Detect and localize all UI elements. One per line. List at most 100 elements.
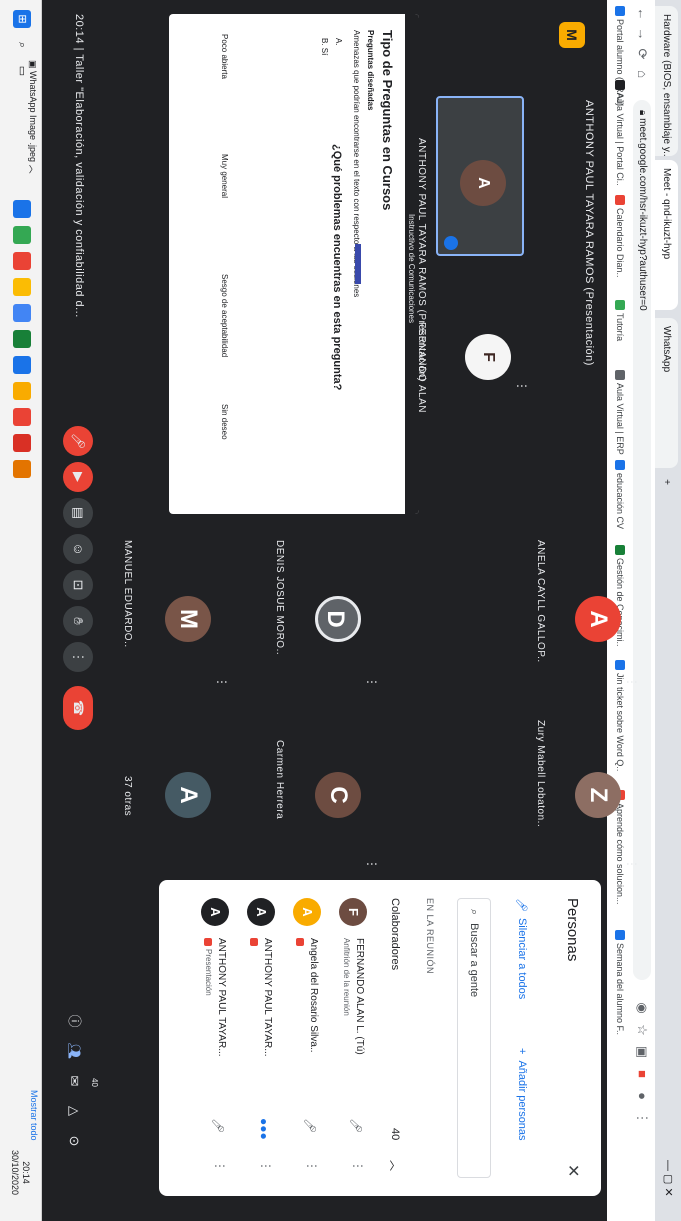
menu-icon[interactable]: ⋮ [634, 1110, 650, 1126]
forward-icon[interactable]: → [634, 26, 650, 42]
tile-name: MANUEL EDUARDO.. [122, 540, 133, 648]
bookmark-item[interactable]: Tutoría [615, 300, 625, 341]
more-options-icon[interactable]: ⋮ [213, 1160, 227, 1172]
more-options-icon[interactable]: ⋮ [259, 1160, 273, 1172]
raise-hand-icon[interactable]: ✋︎ [63, 606, 93, 636]
bookmark-icon [615, 6, 625, 16]
bookmark-icon [615, 460, 625, 470]
app-icon[interactable] [13, 330, 31, 348]
slide-question: ¿Qué problemas encuentras en esta pregun… [331, 144, 343, 391]
collaborators-group[interactable]: Colaboradores 40 ︿ [379, 898, 409, 1178]
tile-name: ANELA CAYLL GALLOP.. [535, 540, 546, 663]
download-item[interactable]: ▣ WhatsApp Image .jpeg ︿ [27, 60, 40, 174]
add-people-button[interactable]: + Añadir personas [507, 1040, 537, 1149]
bookmark-icon [615, 195, 625, 205]
window-controls[interactable]: — ▢ ✕ [662, 1160, 675, 1197]
tile-name: DENIS JOSUE MORO.. [274, 540, 285, 656]
app-icon[interactable] [13, 226, 31, 244]
lock-icon[interactable]: ⊙ [63, 1130, 85, 1152]
mic-off-icon[interactable]: 🎤︎ [63, 426, 93, 456]
avatar: A [247, 898, 275, 926]
list-item[interactable]: A ANTHONY PAUL TAYAR... Presentación 🎤︎ … [193, 898, 233, 1178]
avatar: C [315, 772, 361, 818]
bookmark-item[interactable]: Aula Virtual | Portal Ci.. [615, 80, 625, 186]
slide-subtitle: Preguntas diseñadas [366, 30, 375, 111]
close-icon[interactable]: ✕ [563, 1164, 583, 1177]
app-icon[interactable] [13, 252, 31, 270]
panel-title: Personas [564, 898, 581, 962]
avatar: A [201, 898, 229, 926]
app-icon[interactable] [13, 304, 31, 322]
list-item[interactable]: F FERNANDO ALAN L. (Tú) Anfitrión de la … [331, 898, 371, 1178]
meeting-controls: 🎤︎ ▶ ▤ ☺ ⊡ ✋︎ ⋮ ☎ [42, 0, 101, 1221]
bookmark-item[interactable]: Calendario Dian.. [615, 195, 625, 278]
browser-tab-meet[interactable]: Meet - qnd-ikuzt-hyp [655, 160, 678, 310]
more-options-icon[interactable]: ⋮ [63, 642, 93, 672]
bookmark-item[interactable]: Jin ticket sobre Word Q.. [615, 660, 625, 771]
chat-icon[interactable]: ✉ [63, 1070, 85, 1092]
windows-start-icon[interactable]: ⊞ [13, 10, 31, 28]
mic-off-icon: 🎤︎ [303, 1118, 317, 1134]
list-item[interactable]: A ANTHONY PAUL TAYAR... ●●● ⋮ [239, 898, 279, 1178]
people-icon[interactable]: 👥︎ [63, 1040, 85, 1062]
emoji-icon[interactable]: ☺ [63, 534, 93, 564]
taskbar: ⊞ ⌕ ▭ [0, 0, 42, 1221]
bookmark-item[interactable]: Semana del alumno F.. [615, 930, 625, 1035]
browser-tab-whatsapp[interactable]: WhatsApp [655, 318, 678, 468]
more-options-icon[interactable]: ⋮ [625, 858, 639, 870]
profile-icon[interactable]: ● [634, 1088, 650, 1104]
info-icon[interactable]: ⓘ [63, 1010, 85, 1032]
activities-icon[interactable]: △ [63, 1100, 85, 1122]
bookmark-item[interactable]: Aula Virtual | ERP [615, 370, 625, 455]
more-options-icon[interactable]: ⋮ [365, 858, 379, 870]
search-icon[interactable]: ⌕ [13, 36, 31, 54]
app-icon[interactable] [13, 356, 31, 374]
home-icon[interactable]: ⌂ [634, 66, 650, 82]
app-icon[interactable] [13, 460, 31, 478]
more-options-icon[interactable]: ⋮ [351, 1160, 365, 1172]
browser-tab-hardware[interactable]: Hardware (BIOS, ensamblaje y... [655, 6, 678, 156]
slide-title: Tipo de Preguntas en Cursos [380, 30, 395, 211]
bookmark-item[interactable]: educación CV [615, 460, 625, 529]
camera-icon[interactable]: ◉ [634, 1000, 650, 1016]
star-icon[interactable]: ☆ [634, 1022, 650, 1038]
new-tab-button[interactable]: + [655, 470, 678, 494]
self-view-tile[interactable]: A [436, 96, 524, 256]
folder-icon[interactable] [13, 382, 31, 400]
mute-all-button[interactable]: 🎤︎ Silenciar a todos [507, 890, 537, 1007]
mic-off-icon: 🎤︎ [515, 898, 528, 912]
search-input[interactable]: ⌕ Buscar a gente [457, 898, 491, 1178]
more-options-icon[interactable]: ⋮ [625, 676, 639, 688]
show-all-downloads-link[interactable]: Mostrar todo [29, 1090, 39, 1141]
avatar: F [465, 334, 511, 380]
slide-answer: Sesgo de aceptabilidad [220, 274, 229, 358]
camera-off-icon[interactable]: ▶ [63, 462, 93, 492]
tile-name: FERNANDO ALAN [416, 322, 427, 413]
list-item[interactable]: A Angela del Rosario Silva.. 🎤︎ ⋮ [285, 898, 325, 1178]
more-options-icon[interactable]: ⋮ [365, 676, 379, 688]
more-options-icon[interactable]: ⋮ [305, 1160, 319, 1172]
reload-icon[interactable]: ⟳ [634, 46, 650, 62]
slide-header: Instructivo de Comunicaciones [407, 214, 416, 323]
app-icon[interactable] [13, 434, 31, 452]
address-bar[interactable]: 🔒︎ meet.google.com/hsr-ikuzt-hyp?authuse… [633, 100, 651, 980]
bookmark-icon [615, 80, 625, 90]
more-options-icon[interactable]: ⋮ [215, 676, 229, 688]
hang-up-button[interactable]: ☎ [63, 686, 93, 730]
app-icon[interactable] [13, 408, 31, 426]
captions-icon[interactable]: ▤ [63, 498, 93, 528]
present-icon[interactable]: ⊡ [63, 570, 93, 600]
mic-off-icon: 🎤︎ [211, 1118, 225, 1134]
more-options-icon[interactable]: ⋮ [515, 380, 529, 392]
extension-icon[interactable]: ▣ [634, 1044, 650, 1060]
app-icon[interactable] [13, 200, 31, 218]
presenter-title: ANTHONY PAUL TAYARA RAMOS (Presentación) [583, 100, 595, 366]
chrome-icon[interactable] [13, 278, 31, 296]
avatar: A [293, 898, 321, 926]
screen: Hardware (BIOS, ensamblaje y... Meet - q… [0, 0, 681, 1221]
browser-tab-strip: Hardware (BIOS, ensamblaje y... Meet - q… [655, 0, 681, 1221]
extension-icon-2[interactable]: ■ [634, 1066, 650, 1082]
meet-logo: M [559, 22, 585, 48]
back-icon[interactable]: ← [634, 6, 650, 22]
speaking-indicator-icon [444, 236, 458, 250]
